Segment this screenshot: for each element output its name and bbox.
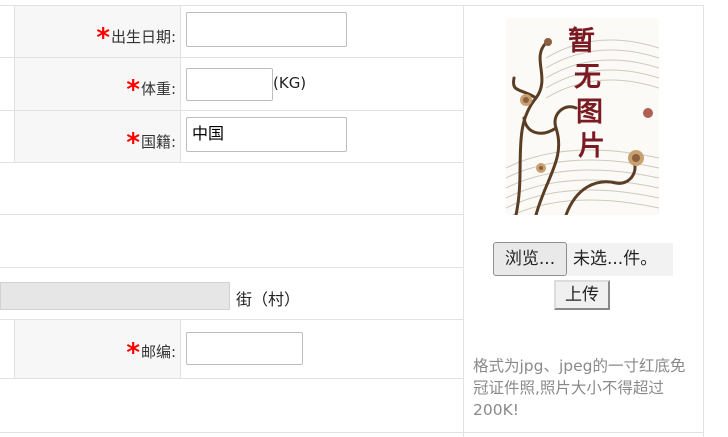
upload-button[interactable]: 上传 xyxy=(554,280,610,310)
required-star: * xyxy=(126,338,140,368)
col-divider xyxy=(463,6,464,437)
nationality-input[interactable]: 中国 xyxy=(186,117,347,152)
row-divider xyxy=(0,319,463,320)
required-star: * xyxy=(126,128,140,158)
row-divider xyxy=(0,378,463,379)
col-divider xyxy=(180,6,181,162)
row-divider xyxy=(0,162,463,163)
required-star: * xyxy=(126,75,140,105)
birthdate-label: *出生日期: xyxy=(96,23,176,53)
row-divider xyxy=(0,5,704,6)
row-divider xyxy=(0,432,704,433)
weight-label: *体重: xyxy=(126,75,176,105)
row-divider xyxy=(0,214,463,215)
photo-placeholder-char: 无 xyxy=(574,62,601,93)
weight-unit: (KG) xyxy=(273,74,307,92)
weight-input[interactable] xyxy=(186,68,273,101)
browse-button[interactable]: 浏览... xyxy=(493,242,567,276)
photo-placeholder-char: 暂 xyxy=(568,25,595,57)
col-divider xyxy=(14,320,15,378)
file-status: 未选...件。 xyxy=(567,243,673,276)
col-divider xyxy=(180,320,181,378)
street-input[interactable] xyxy=(0,282,230,310)
postcode-label: *邮编: xyxy=(126,338,176,368)
col-divider xyxy=(703,6,704,437)
required-star: * xyxy=(96,23,110,53)
photo-requirement-note: 格式为jpg、jpeg的一寸红底免冠证件照,照片大小不得超过200K! xyxy=(473,357,686,419)
photo-placeholder-char: 图 xyxy=(576,97,603,128)
photo-placeholder-image: 暂 无 图 片 xyxy=(506,18,659,215)
photo-placeholder-char: 片 xyxy=(578,131,605,162)
birthdate-input[interactable] xyxy=(186,12,347,47)
row-divider xyxy=(0,110,463,111)
nationality-label: *国籍: xyxy=(126,128,176,158)
row-divider xyxy=(0,267,463,268)
col-divider xyxy=(14,6,15,162)
street-suffix: 街（村） xyxy=(236,290,301,309)
row-divider xyxy=(0,57,463,58)
postcode-input[interactable] xyxy=(186,332,303,365)
